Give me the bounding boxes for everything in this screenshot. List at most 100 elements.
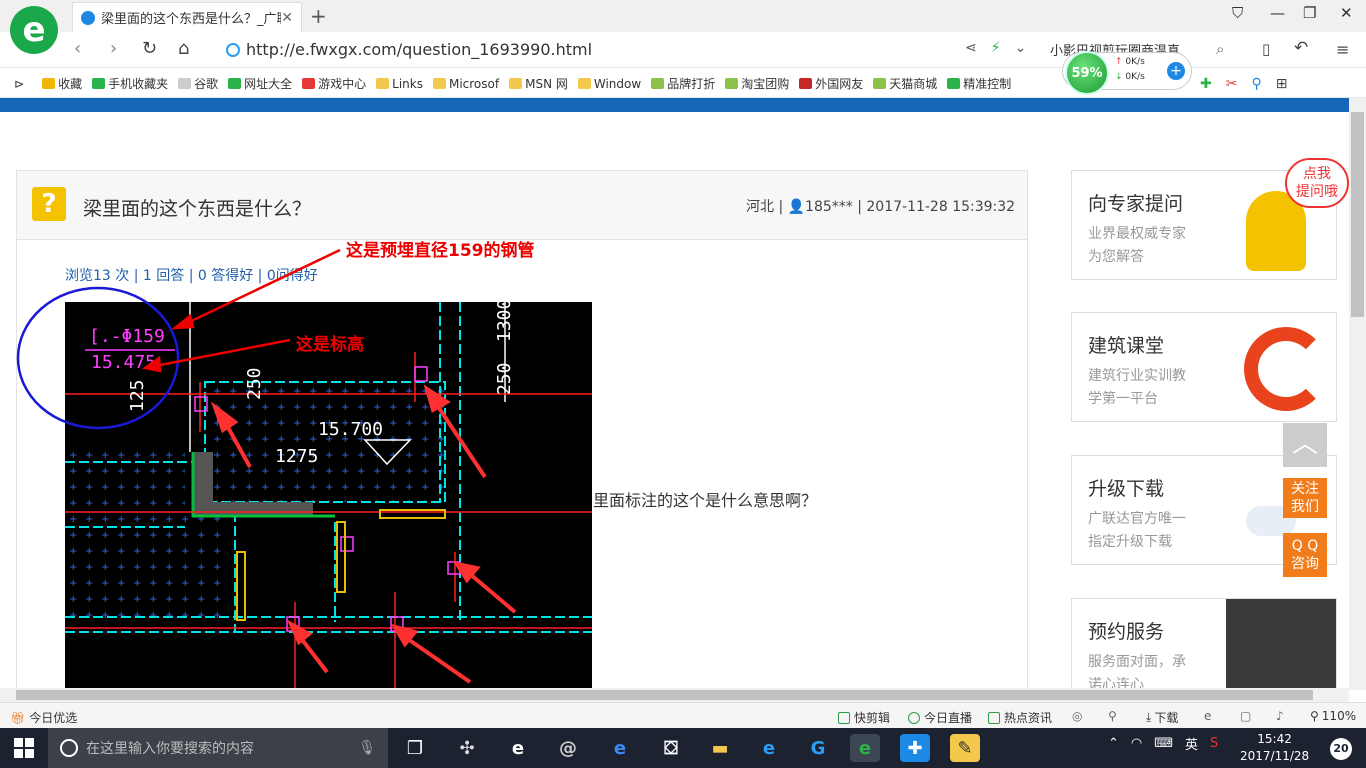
sidebar-card-course[interactable]: 建筑课堂 建筑行业实训教 学第一平台 [1071,312,1337,422]
network-speed-widget[interactable]: 59% ↑ 0K/s ↓ 0K/s + [1062,51,1192,95]
menu-icon[interactable]: ≡ [1336,40,1349,59]
vertical-scroll-thumb[interactable] [1351,112,1364,317]
horizontal-scroll-thumb[interactable] [16,690,1313,700]
ie-icon[interactable]: e [754,734,784,762]
task-view-icon[interactable]: ❐ [400,734,430,762]
active-browser-icon[interactable]: e [850,734,880,762]
ask-bubble[interactable]: 点我 提问哦 [1285,158,1349,208]
bookmark-item[interactable]: 淘宝团购 [725,75,789,92]
gift-icon: 🎁︎ [10,710,26,725]
keyboard-icon[interactable]: ⌨ [1154,736,1173,751]
leaf-icon [873,78,887,89]
notes-app-icon[interactable]: ✎ [950,734,980,762]
clock[interactable]: 15:42 2017/11/28 [1240,731,1309,765]
store-icon[interactable]: ⛋ [656,734,686,762]
follow-us-button[interactable]: 关注 我们 [1283,478,1327,518]
share-icon[interactable]: ⋖ [965,40,977,56]
card-line: 建筑行业实训教 [1088,368,1186,384]
bookmark-item[interactable]: 精准控制 [947,75,1011,92]
zoom-level[interactable]: ⚲ 110% [1310,709,1356,723]
news-link[interactable]: 热点资讯 [988,709,1052,726]
cortana-icon [60,739,78,757]
bookmark-item[interactable]: Window [577,77,641,91]
bookmark-item[interactable]: 谷歌 [178,75,218,92]
globe-status-icon[interactable]: ◎ [1072,709,1082,723]
home-icon[interactable]: ⌂ [178,38,189,59]
ime-indicator[interactable]: 英 [1185,734,1198,753]
close-window-icon[interactable]: ✕ [1340,4,1353,22]
back-to-top-button[interactable]: ︿ [1283,423,1327,467]
sogou-icon[interactable]: S [1210,736,1218,751]
tab-title: 梁里面的这个东西是什么？_广联 [101,12,282,27]
sidebar-toggle-icon[interactable]: ⊳ [14,77,24,91]
grid-icon[interactable]: ⊞ [1276,76,1288,92]
qq-consult-button[interactable]: Q Q 咨询 [1283,533,1327,577]
bookmark-tools: ✚ ✂ ⚲ ⊞ [1200,76,1287,92]
app-g-icon[interactable]: G [803,734,833,762]
today-picks[interactable]: 🎁︎ 今日优选 [10,709,77,726]
video-icon [838,711,850,724]
bookmark-item[interactable]: 天猫商城 [873,75,937,92]
card-title: 预约服务 [1088,621,1165,643]
plus-icon[interactable]: ✚ [1200,76,1212,92]
address-tools: ⋖ ⚡ ⌄ [965,40,1026,56]
mobile-icon[interactable]: ▯ [1262,40,1270,58]
folder-icon [432,78,446,89]
bookmark-item[interactable]: 网址大全 [228,75,292,92]
search-icon[interactable]: ⌕ [1216,40,1224,58]
minimize-icon[interactable]: — [1270,4,1285,22]
bookmark-item[interactable]: 手机收藏夹 [92,75,168,92]
download-link[interactable]: ⤓ 下载 [1146,709,1178,726]
app-plus-icon[interactable]: ✚ [900,734,930,762]
bookmark-item[interactable]: 收藏 [42,75,82,92]
bookmark-item[interactable]: 外国网友 [799,75,863,92]
new-tab-icon[interactable]: + [310,4,327,28]
maximize-icon[interactable]: ❐ [1303,4,1316,22]
url-field[interactable]: http://e.fwxgx.com/question_1693990.html [226,40,592,59]
bookmark-item[interactable]: 游戏中心 [302,75,366,92]
bookmark-item[interactable]: 品牌打折 [651,75,715,92]
notification-badge[interactable]: 20 [1330,738,1352,760]
taskbar-search-placeholder: 在这里输入你要搜索的内容 [86,741,254,757]
undo-icon[interactable]: ↶ [1294,38,1308,58]
windows-start-icon[interactable] [14,738,34,758]
card-title: 向专家提问 [1088,193,1184,215]
card-line: 服务面对面，承 [1088,654,1186,670]
card-line: 指定升级下载 [1088,534,1172,550]
sidebar-card-service[interactable]: 预约服务 服务面对面，承 诺心连心 [1071,598,1337,690]
site-favicon-icon [81,10,95,25]
edge-icon[interactable]: e [605,734,635,762]
boost-plus-icon[interactable]: + [1167,62,1185,80]
question-meta: 河北 | 👤185*** | 2017-11-28 15:39:32 [746,199,1016,215]
app-fan-icon[interactable]: ✣ [452,734,482,762]
sound-icon[interactable]: ♪ [1276,709,1284,723]
bookmark-item[interactable]: Links [376,77,423,91]
tray-chevron-icon[interactable]: ⌃ [1108,736,1119,751]
browser-e-icon[interactable]: e [503,734,533,762]
browser-logo-icon[interactable]: e [10,6,58,54]
flag-icon [799,78,813,89]
forward-icon[interactable]: › [110,38,117,59]
lightning-icon[interactable]: ⚡ [991,40,1001,56]
kuaijian-link[interactable]: 快剪辑 [838,709,890,726]
chevron-down-icon[interactable]: ⌄ [1015,40,1027,56]
bookmark-item[interactable]: Microsof [432,77,499,91]
skin-icon[interactable]: ⛉ [1232,4,1243,22]
ie-mode-icon[interactable]: e [1204,709,1211,723]
annotation-pipe: 这是预埋直径159的钢管 [346,241,535,261]
refresh-icon[interactable]: ↻ [142,38,157,59]
browser-tab[interactable]: 梁里面的这个东西是什么？_广联 ✕ [72,2,302,32]
magnifier-icon[interactable]: ⚲ [1251,76,1261,92]
bookmark-item[interactable]: MSN 网 [509,75,568,92]
download-arrow-icon: ↓ [1115,72,1123,82]
taskbar-search[interactable]: 在这里输入你要搜索的内容 🎙︎ [48,728,388,768]
live-link[interactable]: 今日直播 [908,709,972,726]
window-icon[interactable]: ▢ [1240,709,1251,723]
pin-icon[interactable]: ⚲ [1108,709,1117,723]
wifi-icon[interactable]: ◠ [1131,736,1142,751]
app-swirl-icon[interactable]: @ [553,734,583,762]
back-icon[interactable]: ‹ [74,38,81,59]
file-explorer-icon[interactable]: ▬ [705,734,735,762]
close-tab-icon[interactable]: ✕ [281,10,293,26]
scissors-icon[interactable]: ✂ [1226,76,1238,92]
